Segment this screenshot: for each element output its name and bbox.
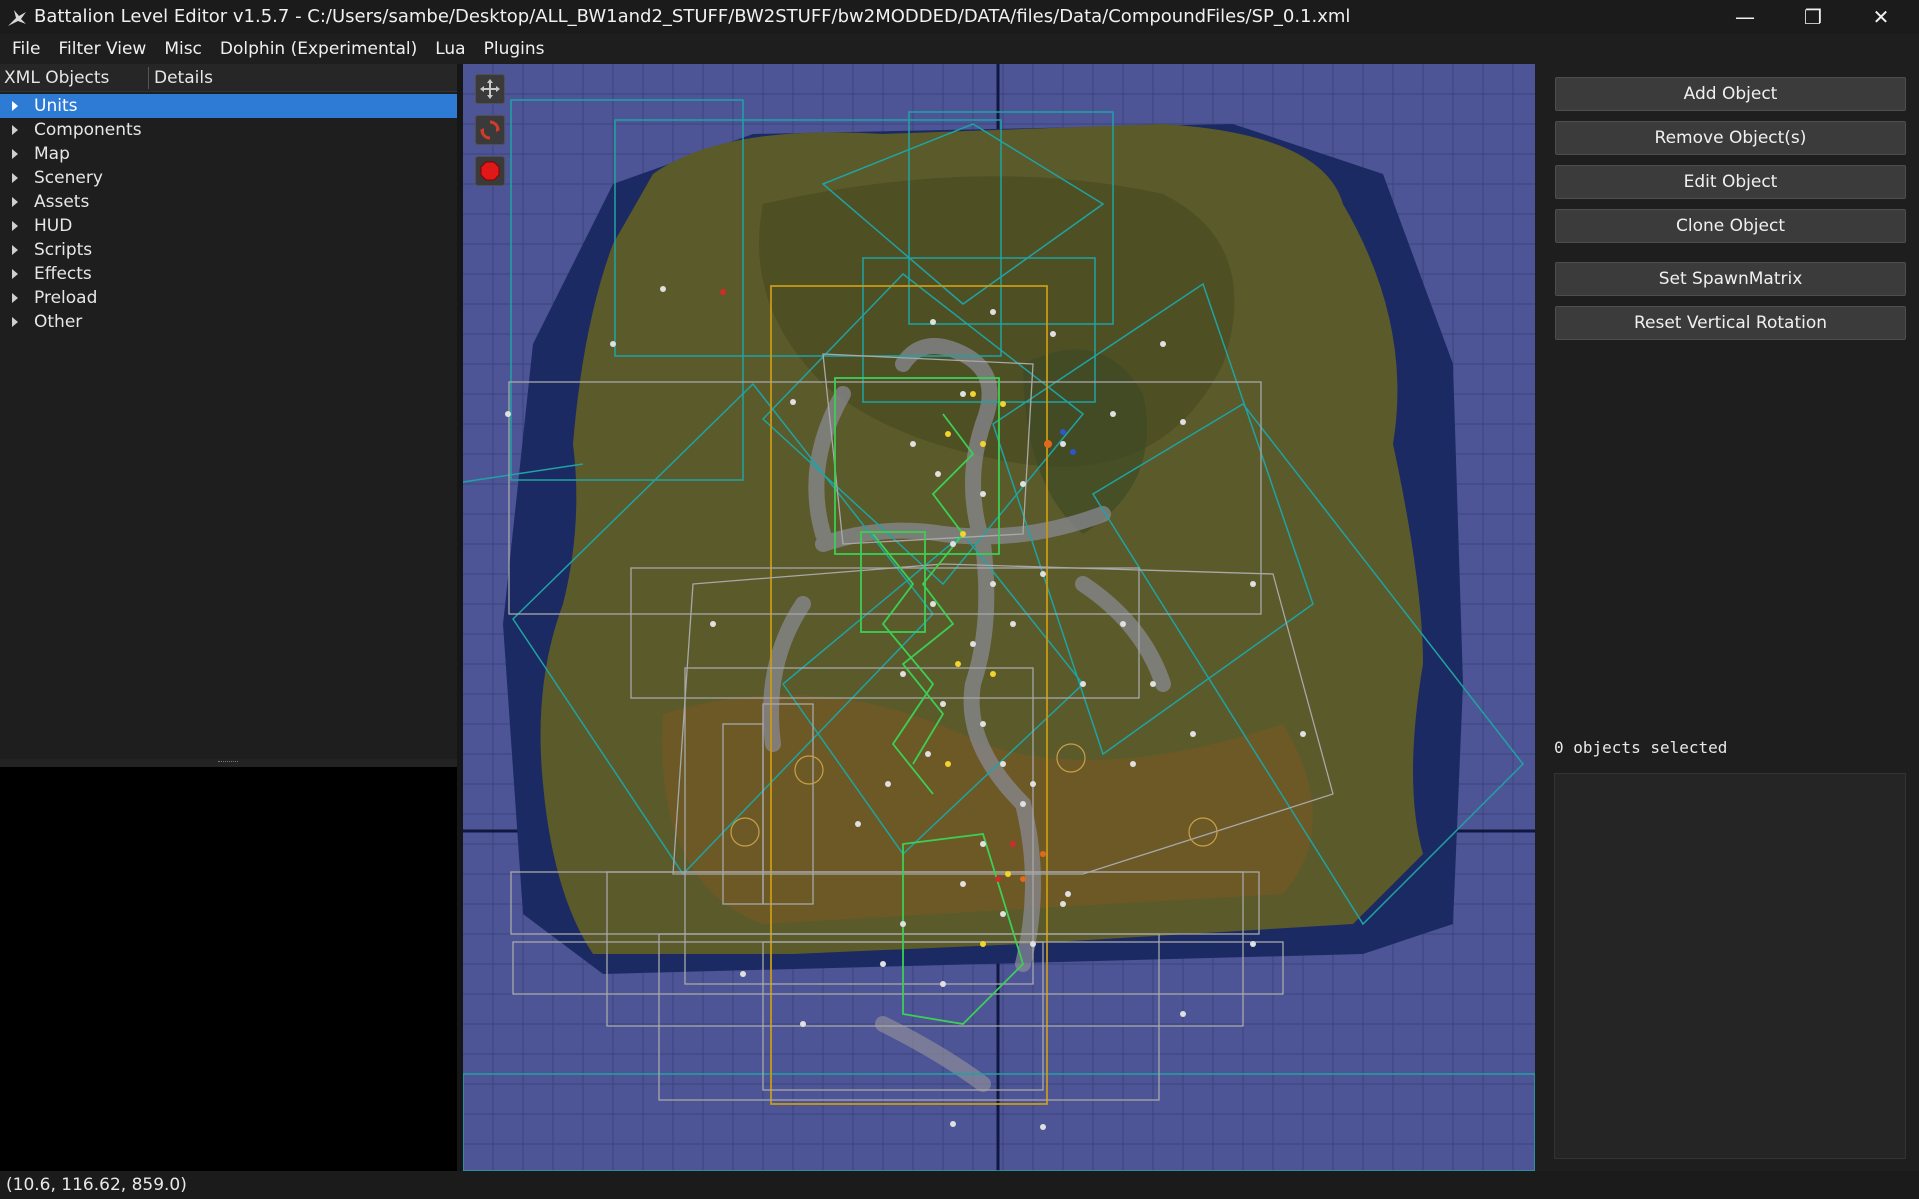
expand-arrow-icon[interactable] [12,149,18,159]
set-spawnmatrix-button[interactable]: Set SpawnMatrix [1555,262,1906,296]
menu-file[interactable]: File [6,34,46,64]
tree-item-label: HUD [34,216,73,236]
selection-details-box[interactable] [1554,773,1906,1159]
rotate-tool-button[interactable] [475,115,505,145]
status-bar: (10.6, 116.62, 859.0) [0,1171,1919,1199]
remove-objects-button[interactable]: Remove Object(s) [1555,121,1906,155]
minimize-button[interactable]: — [1711,0,1779,34]
close-button[interactable]: ✕ [1847,0,1915,34]
stop-tool-icon [480,161,500,181]
tree-item-label: Other [34,312,83,332]
selection-count: 0 objects selected [1554,738,1728,757]
tree-item-units[interactable]: Units [0,94,457,118]
expand-arrow-icon[interactable] [12,293,18,303]
map-canvas[interactable] [463,64,1535,1171]
expand-arrow-icon[interactable] [12,197,18,207]
rotate-tool-icon [480,120,500,140]
tree-item-effects[interactable]: Effects [0,262,457,286]
expand-arrow-icon[interactable] [12,125,18,135]
menu-bar: File Filter View Misc Dolphin (Experimen… [0,34,1919,64]
restore-button[interactable]: ❐ [1779,0,1847,34]
cursor-coordinates: (10.6, 116.62, 859.0) [6,1175,187,1195]
tree-item-label: Units [34,96,78,116]
tree-item-assets[interactable]: Assets [0,190,457,214]
tree-header: XML Objects Details [0,64,457,92]
stop-tool-button[interactable] [475,156,505,186]
clone-object-button[interactable]: Clone Object [1555,209,1906,243]
title-bar: Battalion Level Editor v1.5.7 - C:/Users… [0,0,1919,34]
app-logo-icon [8,10,26,26]
menu-dolphin[interactable]: Dolphin (Experimental) [214,34,423,64]
expand-arrow-icon[interactable] [12,173,18,183]
tree-item-label: Scenery [34,168,103,188]
header-details[interactable]: Details [154,64,213,92]
tree-item-preload[interactable]: Preload [0,286,457,310]
splitter-grip-icon [218,761,238,764]
tree-item-scenery[interactable]: Scenery [0,166,457,190]
tree-item-other[interactable]: Other [0,310,457,334]
expand-arrow-icon[interactable] [12,317,18,327]
menu-filter-view[interactable]: Filter View [52,34,152,64]
expand-arrow-icon[interactable] [12,269,18,279]
tree-item-label: Scripts [34,240,93,260]
tree-item-label: Assets [34,192,90,212]
preview-pane[interactable] [0,767,457,1171]
reset-vertical-rotation-button[interactable]: Reset Vertical Rotation [1555,306,1906,340]
map-viewport[interactable] [463,64,1535,1171]
add-object-button[interactable]: Add Object [1555,77,1906,111]
tree-item-map[interactable]: Map [0,142,457,166]
menu-misc[interactable]: Misc [158,34,208,64]
tree-item-label: Effects [34,264,92,284]
tree-item-components[interactable]: Components [0,118,457,142]
tree-item-label: Components [34,120,142,140]
tree-item-hud[interactable]: HUD [0,214,457,238]
edit-object-button[interactable]: Edit Object [1555,165,1906,199]
menu-lua[interactable]: Lua [429,34,471,64]
window-title: Battalion Level Editor v1.5.7 - C:/Users… [34,6,1351,27]
menu-plugins[interactable]: Plugins [478,34,551,64]
expand-arrow-icon[interactable] [12,245,18,255]
header-xml-objects[interactable]: XML Objects [4,64,109,92]
expand-arrow-icon[interactable] [12,221,18,231]
tree-item-label: Map [34,144,70,164]
move-tool-button[interactable] [475,74,505,104]
tree-item-label: Preload [34,288,98,308]
header-divider[interactable] [148,67,149,89]
move-tool-icon [480,79,500,99]
expand-arrow-icon[interactable] [12,101,18,111]
tree-item-scripts[interactable]: Scripts [0,238,457,262]
